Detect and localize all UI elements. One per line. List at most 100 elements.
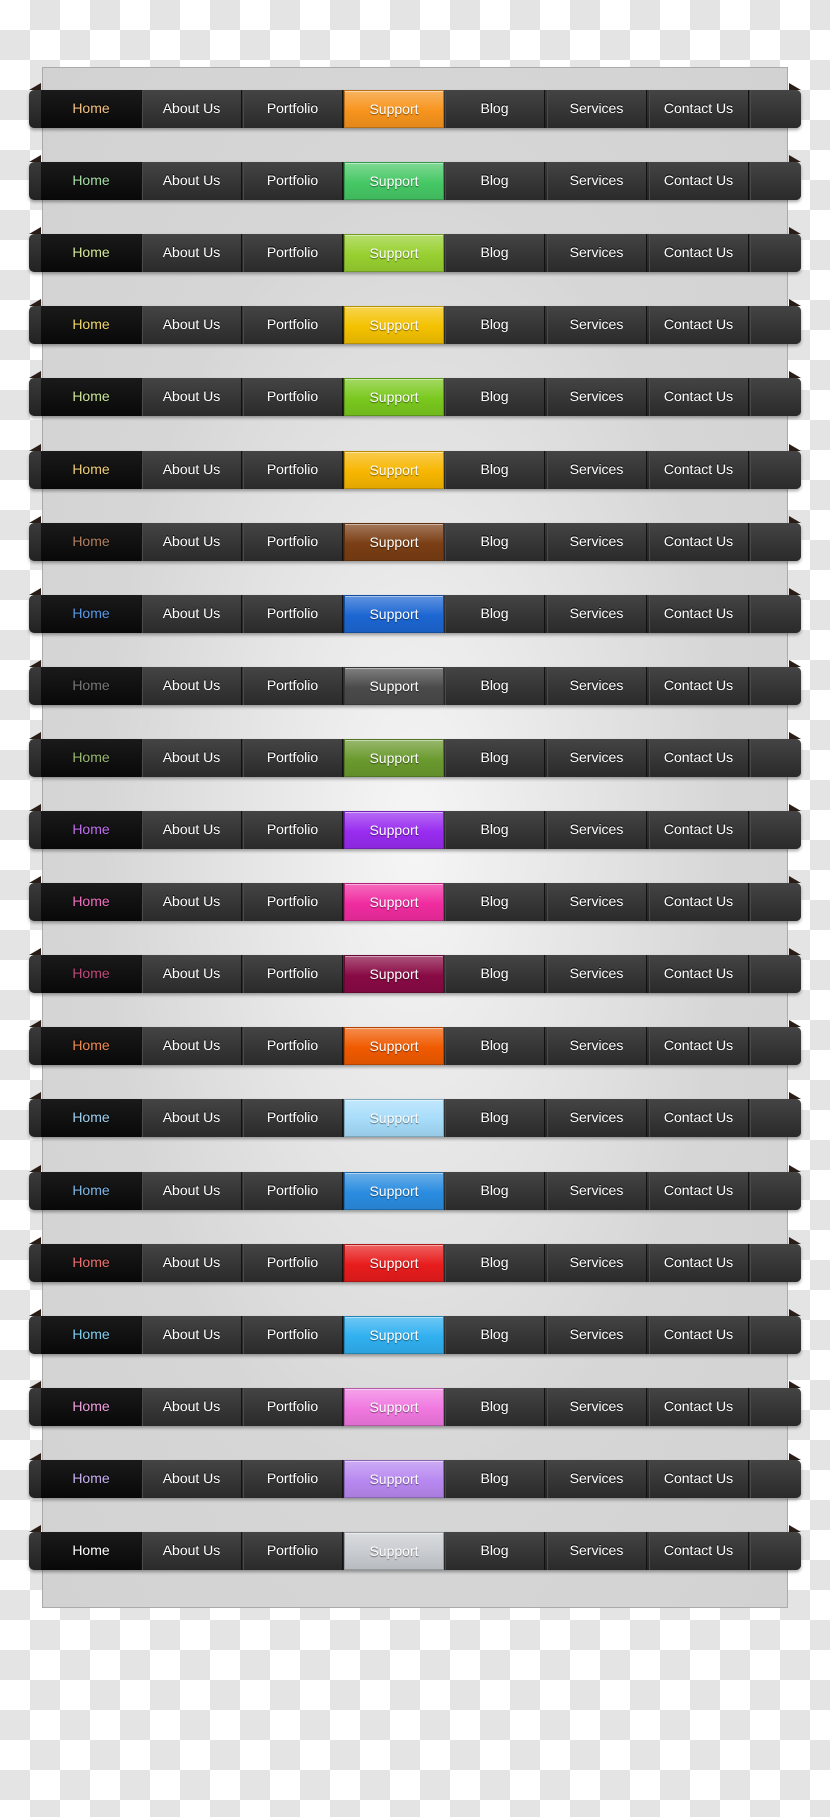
nav-item-about-us[interactable]: About Us bbox=[142, 1171, 242, 1210]
nav-item-blog[interactable]: Blog bbox=[445, 1387, 545, 1426]
nav-item-portfolio[interactable]: Portfolio bbox=[243, 1027, 343, 1066]
nav-item-support[interactable]: Support bbox=[344, 306, 444, 345]
nav-item-contact-us[interactable]: Contact Us bbox=[649, 234, 749, 273]
nav-item-contact-us[interactable]: Contact Us bbox=[649, 1243, 749, 1282]
nav-item-portfolio[interactable]: Portfolio bbox=[243, 450, 343, 489]
nav-item-home[interactable]: Home bbox=[41, 955, 142, 994]
nav-item-portfolio[interactable]: Portfolio bbox=[243, 162, 343, 201]
nav-item-services[interactable]: Services bbox=[547, 90, 647, 128]
nav-item-about-us[interactable]: About Us bbox=[142, 378, 242, 417]
nav-item-contact-us[interactable]: Contact Us bbox=[649, 1315, 749, 1354]
nav-item-portfolio[interactable]: Portfolio bbox=[243, 1315, 343, 1354]
nav-item-contact-us[interactable]: Contact Us bbox=[649, 1532, 749, 1570]
nav-item-blog[interactable]: Blog bbox=[445, 811, 545, 849]
nav-item-about-us[interactable]: About Us bbox=[142, 1315, 242, 1354]
nav-item-portfolio[interactable]: Portfolio bbox=[243, 666, 343, 705]
nav-item-about-us[interactable]: About Us bbox=[142, 666, 242, 705]
nav-item-about-us[interactable]: About Us bbox=[142, 1243, 242, 1282]
nav-item-blog[interactable]: Blog bbox=[445, 1027, 545, 1066]
nav-item-support[interactable]: Support bbox=[344, 1532, 444, 1570]
nav-item-support[interactable]: Support bbox=[344, 955, 444, 994]
nav-item-home[interactable]: Home bbox=[41, 1099, 142, 1138]
nav-item-contact-us[interactable]: Contact Us bbox=[649, 1387, 749, 1426]
nav-item-blog[interactable]: Blog bbox=[445, 883, 545, 922]
nav-item-home[interactable]: Home bbox=[41, 1315, 142, 1354]
nav-item-portfolio[interactable]: Portfolio bbox=[243, 1243, 343, 1282]
nav-item-blog[interactable]: Blog bbox=[445, 1171, 545, 1210]
nav-item-about-us[interactable]: About Us bbox=[142, 234, 242, 273]
nav-item-home[interactable]: Home bbox=[41, 1459, 142, 1498]
nav-item-services[interactable]: Services bbox=[547, 378, 647, 417]
nav-item-home[interactable]: Home bbox=[41, 738, 142, 777]
nav-item-blog[interactable]: Blog bbox=[445, 1459, 545, 1498]
nav-item-services[interactable]: Services bbox=[547, 1243, 647, 1282]
nav-item-contact-us[interactable]: Contact Us bbox=[649, 522, 749, 561]
nav-item-blog[interactable]: Blog bbox=[445, 1315, 545, 1354]
nav-item-home[interactable]: Home bbox=[41, 666, 142, 705]
nav-item-blog[interactable]: Blog bbox=[445, 1099, 545, 1138]
nav-item-blog[interactable]: Blog bbox=[445, 666, 545, 705]
nav-item-home[interactable]: Home bbox=[41, 1027, 142, 1066]
nav-item-home[interactable]: Home bbox=[41, 234, 142, 273]
nav-item-portfolio[interactable]: Portfolio bbox=[243, 1532, 343, 1570]
nav-item-services[interactable]: Services bbox=[547, 666, 647, 705]
nav-item-portfolio[interactable]: Portfolio bbox=[243, 90, 343, 128]
nav-item-portfolio[interactable]: Portfolio bbox=[243, 883, 343, 922]
nav-item-contact-us[interactable]: Contact Us bbox=[649, 90, 749, 128]
nav-item-support[interactable]: Support bbox=[344, 378, 444, 417]
nav-item-home[interactable]: Home bbox=[41, 90, 142, 128]
nav-item-services[interactable]: Services bbox=[547, 883, 647, 922]
nav-item-support[interactable]: Support bbox=[344, 1099, 444, 1138]
nav-item-contact-us[interactable]: Contact Us bbox=[649, 1027, 749, 1066]
nav-item-services[interactable]: Services bbox=[547, 234, 647, 273]
nav-item-contact-us[interactable]: Contact Us bbox=[649, 1171, 749, 1210]
nav-item-portfolio[interactable]: Portfolio bbox=[243, 234, 343, 273]
nav-item-services[interactable]: Services bbox=[547, 1027, 647, 1066]
nav-item-support[interactable]: Support bbox=[344, 1171, 444, 1210]
nav-item-blog[interactable]: Blog bbox=[445, 955, 545, 994]
nav-item-contact-us[interactable]: Contact Us bbox=[649, 666, 749, 705]
nav-item-blog[interactable]: Blog bbox=[445, 1243, 545, 1282]
nav-item-home[interactable]: Home bbox=[41, 162, 142, 201]
nav-item-about-us[interactable]: About Us bbox=[142, 738, 242, 777]
nav-item-about-us[interactable]: About Us bbox=[142, 955, 242, 994]
nav-item-services[interactable]: Services bbox=[547, 450, 647, 489]
nav-item-contact-us[interactable]: Contact Us bbox=[649, 738, 749, 777]
nav-item-contact-us[interactable]: Contact Us bbox=[649, 594, 749, 633]
nav-item-support[interactable]: Support bbox=[344, 811, 444, 849]
nav-item-contact-us[interactable]: Contact Us bbox=[649, 955, 749, 994]
nav-item-services[interactable]: Services bbox=[547, 955, 647, 994]
nav-item-support[interactable]: Support bbox=[344, 450, 444, 489]
nav-item-blog[interactable]: Blog bbox=[445, 234, 545, 273]
nav-item-about-us[interactable]: About Us bbox=[142, 883, 242, 922]
nav-item-about-us[interactable]: About Us bbox=[142, 1099, 242, 1138]
nav-item-services[interactable]: Services bbox=[547, 306, 647, 345]
nav-item-portfolio[interactable]: Portfolio bbox=[243, 1459, 343, 1498]
nav-item-portfolio[interactable]: Portfolio bbox=[243, 522, 343, 561]
nav-item-home[interactable]: Home bbox=[41, 450, 142, 489]
nav-item-portfolio[interactable]: Portfolio bbox=[243, 738, 343, 777]
nav-item-portfolio[interactable]: Portfolio bbox=[243, 594, 343, 633]
nav-item-about-us[interactable]: About Us bbox=[142, 811, 242, 849]
nav-item-services[interactable]: Services bbox=[547, 1387, 647, 1426]
nav-item-services[interactable]: Services bbox=[547, 594, 647, 633]
nav-item-services[interactable]: Services bbox=[547, 811, 647, 849]
nav-item-blog[interactable]: Blog bbox=[445, 450, 545, 489]
nav-item-home[interactable]: Home bbox=[41, 1171, 142, 1210]
nav-item-services[interactable]: Services bbox=[547, 1099, 647, 1138]
nav-item-support[interactable]: Support bbox=[344, 522, 444, 561]
nav-item-about-us[interactable]: About Us bbox=[142, 450, 242, 489]
nav-item-contact-us[interactable]: Contact Us bbox=[649, 450, 749, 489]
nav-item-portfolio[interactable]: Portfolio bbox=[243, 378, 343, 417]
nav-item-services[interactable]: Services bbox=[547, 1315, 647, 1354]
nav-item-blog[interactable]: Blog bbox=[445, 522, 545, 561]
nav-item-support[interactable]: Support bbox=[344, 1243, 444, 1282]
nav-item-home[interactable]: Home bbox=[41, 1532, 142, 1570]
nav-item-blog[interactable]: Blog bbox=[445, 90, 545, 128]
nav-item-home[interactable]: Home bbox=[41, 1387, 142, 1426]
nav-item-blog[interactable]: Blog bbox=[445, 306, 545, 345]
nav-item-about-us[interactable]: About Us bbox=[142, 1027, 242, 1066]
nav-item-services[interactable]: Services bbox=[547, 1532, 647, 1570]
nav-item-portfolio[interactable]: Portfolio bbox=[243, 1387, 343, 1426]
nav-item-about-us[interactable]: About Us bbox=[142, 162, 242, 201]
